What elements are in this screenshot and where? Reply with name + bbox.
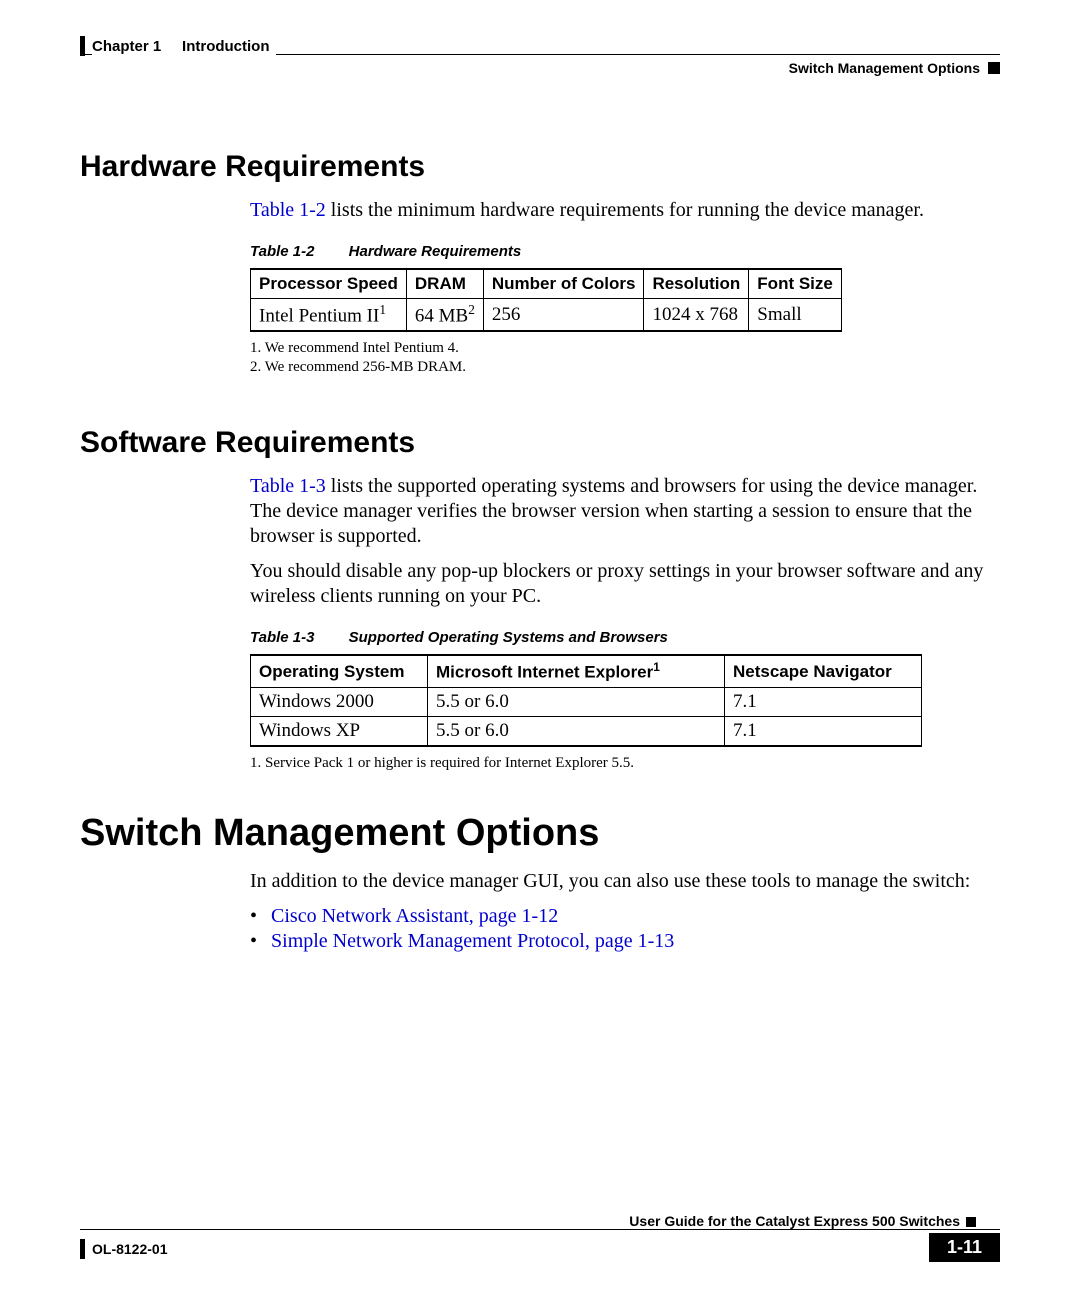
hw-intro-text: lists the minimum hardware requirements … <box>326 199 924 221</box>
cell-text: Intel Pentium II <box>259 305 379 326</box>
header-bar-icon <box>80 36 85 56</box>
page: Chapter 1 Introduction Switch Management… <box>0 0 1080 1311</box>
table-1-2-caption: Table 1-2 Hardware Requirements <box>250 243 1000 260</box>
col-dram: DRAM <box>406 269 483 299</box>
running-head-right: Switch Management Options <box>789 60 980 76</box>
cell-colors: 256 <box>483 299 644 332</box>
table-1-2-label: Table 1-2 <box>250 243 344 260</box>
footnote-ref: 1 <box>653 660 660 674</box>
hw-footnotes: 1. We recommend Intel Pentium 4. 2. We r… <box>250 340 1000 376</box>
list-item: Simple Network Management Protocol, page… <box>250 929 1000 954</box>
hw-intro: Table 1-2 lists the minimum hardware req… <box>250 198 1000 223</box>
table-header-row: Processor Speed DRAM Number of Colors Re… <box>251 269 842 299</box>
smo-body: In addition to the device manager GUI, y… <box>250 869 1000 954</box>
cell-text: 64 MB <box>415 305 468 326</box>
content-area: Hardware Requirements Table 1-2 lists th… <box>80 90 1000 954</box>
page-footer: User Guide for the Catalyst Express 500 … <box>80 1211 1000 1271</box>
footer-rule <box>80 1229 1000 1230</box>
table-1-3-label: Table 1-3 <box>250 629 344 646</box>
cell-font-size: Small <box>749 299 842 332</box>
switch-management-options-heading: Switch Management Options <box>80 812 1000 855</box>
page-number: 1-11 <box>929 1233 1000 1262</box>
chapter-label: Chapter 1 <box>92 38 161 55</box>
footnote-1: 1. Service Pack 1 or higher is required … <box>250 755 1000 772</box>
footnote-2: 2. We recommend 256-MB DRAM. <box>250 359 1000 376</box>
smo-link-list: Cisco Network Assistant, page 1-12 Simpl… <box>250 904 1000 954</box>
col-ie-text: Microsoft Internet Explorer <box>436 663 653 682</box>
col-resolution: Resolution <box>644 269 749 299</box>
cell-netscape: 7.1 <box>725 687 922 716</box>
table-1-3-title: Supported Operating Systems and Browsers <box>349 629 668 646</box>
cell-netscape: 7.1 <box>725 716 922 746</box>
list-item: Cisco Network Assistant, page 1-12 <box>250 904 1000 929</box>
cell-ie: 5.5 or 6.0 <box>428 687 725 716</box>
sw-body: Table 1-3 lists the supported operating … <box>250 474 1000 609</box>
col-ie: Microsoft Internet Explorer1 <box>428 655 725 687</box>
page-header: Chapter 1 Introduction Switch Management… <box>80 30 1000 90</box>
header-square-icon <box>988 62 1000 74</box>
sw-footnotes: 1. Service Pack 1 or higher is required … <box>250 755 1000 772</box>
cell-ie: 5.5 or 6.0 <box>428 716 725 746</box>
cisco-network-assistant-link[interactable]: Cisco Network Assistant, page 1-12 <box>271 905 558 927</box>
col-number-of-colors: Number of Colors <box>483 269 644 299</box>
cell-processor-speed: Intel Pentium II1 <box>251 299 407 332</box>
table-row: Windows XP 5.5 or 6.0 7.1 <box>251 716 922 746</box>
col-os: Operating System <box>251 655 428 687</box>
cell-resolution: 1024 x 768 <box>644 299 749 332</box>
table-row: Windows 2000 5.5 or 6.0 7.1 <box>251 687 922 716</box>
footnote-ref: 1 <box>379 302 386 317</box>
cell-dram: 64 MB2 <box>406 299 483 332</box>
footnote-1: 1. We recommend Intel Pentium 4. <box>250 340 1000 357</box>
footer-doc-id: OL-8122-01 <box>92 1241 167 1257</box>
footnote-ref: 2 <box>468 302 475 317</box>
footer-square-icon <box>966 1217 976 1227</box>
table-1-3-caption: Table 1-3 Supported Operating Systems an… <box>250 629 1000 646</box>
table-1-3-link[interactable]: Table 1-3 <box>250 475 326 497</box>
footer-guide-title: User Guide for the Catalyst Express 500 … <box>623 1213 960 1229</box>
cell-os: Windows 2000 <box>251 687 428 716</box>
running-head-left: Chapter 1 Introduction <box>92 38 276 55</box>
cell-os: Windows XP <box>251 716 428 746</box>
table-1-2-link[interactable]: Table 1-2 <box>250 199 326 221</box>
software-requirements-table: Operating System Microsoft Internet Expl… <box>250 654 922 747</box>
col-processor-speed: Processor Speed <box>251 269 407 299</box>
hardware-requirements-heading: Hardware Requirements <box>80 150 1000 184</box>
footer-bar-icon <box>80 1239 85 1259</box>
smo-intro: In addition to the device manager GUI, y… <box>250 869 1000 894</box>
chapter-title: Introduction <box>182 38 269 55</box>
software-requirements-heading: Software Requirements <box>80 426 1000 460</box>
table-1-2-title: Hardware Requirements <box>349 243 522 260</box>
hardware-requirements-table: Processor Speed DRAM Number of Colors Re… <box>250 268 842 332</box>
sw-p1-text: lists the supported operating systems an… <box>250 475 977 547</box>
col-font-size: Font Size <box>749 269 842 299</box>
snmp-link[interactable]: Simple Network Management Protocol, page… <box>271 930 674 952</box>
table-header-row: Operating System Microsoft Internet Expl… <box>251 655 922 687</box>
sw-p2-text: You should disable any pop-up blockers o… <box>250 559 1000 609</box>
col-netscape: Netscape Navigator <box>725 655 922 687</box>
table-row: Intel Pentium II1 64 MB2 256 1024 x 768 … <box>251 299 842 332</box>
